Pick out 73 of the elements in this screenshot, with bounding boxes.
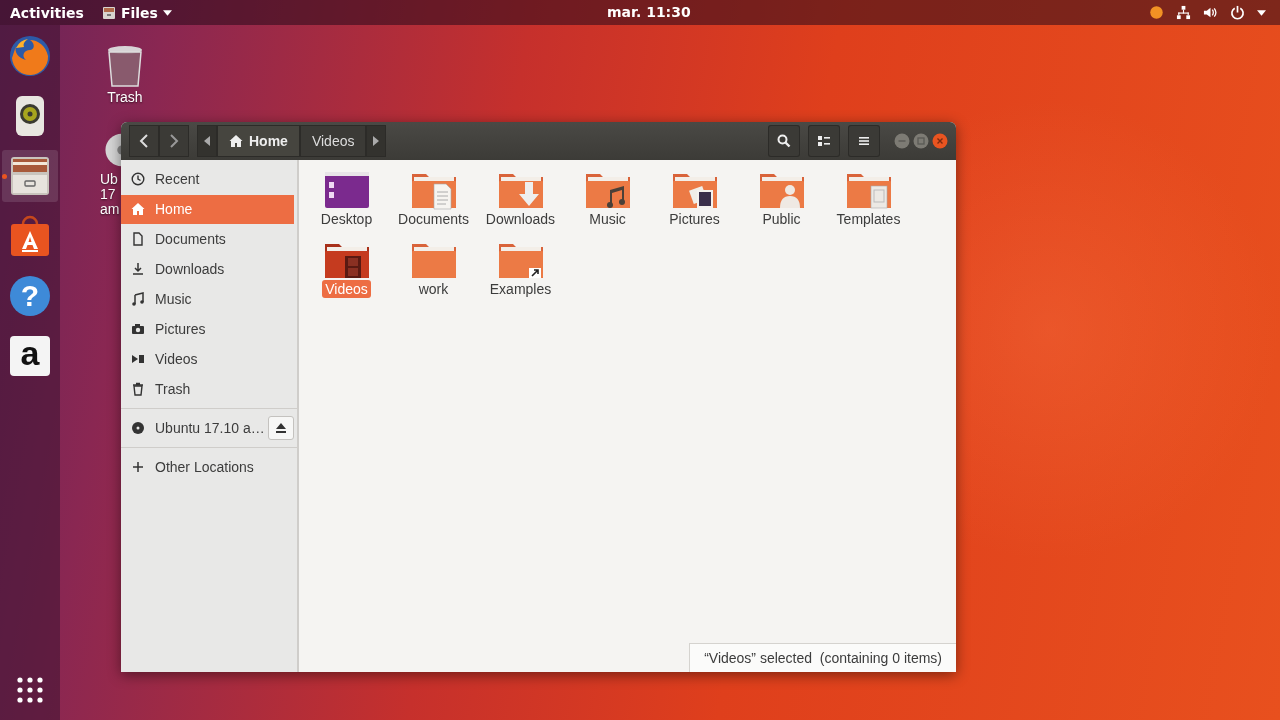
app-menu[interactable]: Files: [101, 4, 172, 21]
file-name[interactable]: Desktop: [317, 210, 376, 228]
network-icon[interactable]: [1176, 5, 1191, 20]
right-triangle-icon: [373, 136, 380, 146]
sidebar-item[interactable]: Ubuntu 17.10 a…: [121, 413, 268, 443]
forward-button[interactable]: [159, 125, 189, 157]
volume-icon[interactable]: [1203, 5, 1218, 20]
view-toggle-button[interactable]: [808, 125, 840, 157]
desktop-folder-icon[interactable]: [322, 170, 371, 210]
list-view-icon: [817, 134, 831, 148]
forward-icon: [169, 134, 179, 148]
maximize-button[interactable]: [913, 133, 929, 149]
dock-item[interactable]: [2, 150, 58, 202]
menu-icon: [857, 134, 871, 148]
music-icon: [131, 292, 145, 306]
file-name[interactable]: Pictures: [666, 210, 723, 228]
minimize-button[interactable]: [894, 133, 910, 149]
trash-icon: [131, 382, 145, 396]
file-name[interactable]: Examples: [486, 280, 555, 298]
power-icon[interactable]: [1230, 5, 1245, 20]
file-name[interactable]: Downloads: [482, 210, 559, 228]
file-name[interactable]: work: [415, 280, 452, 298]
sidebar-item[interactable]: Other Locations: [121, 452, 294, 482]
dock-item[interactable]: a: [2, 330, 58, 382]
recent-icon: [131, 172, 145, 186]
sidebar-item[interactable]: Trash: [121, 374, 294, 404]
documents-icon: [131, 232, 145, 246]
caret-icon[interactable]: [1257, 9, 1266, 16]
activities-button[interactable]: Activities: [10, 4, 102, 21]
path-scroll-left-button[interactable]: [197, 125, 217, 157]
left-triangle-icon: [204, 136, 210, 146]
globe-fox-icon: [8, 34, 52, 78]
file-name[interactable]: Templates: [833, 210, 904, 228]
videos-icon: [131, 352, 145, 366]
file-name[interactable]: Public: [759, 210, 804, 228]
file-name[interactable]: Documents: [395, 210, 472, 228]
search-button[interactable]: [768, 125, 800, 157]
desktop-icon-label[interactable]: am: [100, 202, 120, 217]
back-icon: [139, 134, 149, 148]
search-icon: [777, 134, 791, 148]
home-icon: [131, 202, 145, 216]
caret-icon: [162, 9, 172, 16]
desktop-icon-label[interactable]: Ub: [100, 172, 118, 187]
path-scroll-right-button[interactable]: [366, 125, 387, 157]
back-button[interactable]: [129, 125, 159, 157]
sidebar-item[interactable]: Downloads: [121, 254, 294, 284]
shop-logo-icon: a: [10, 336, 50, 376]
path-button[interactable]: Videos: [299, 125, 367, 157]
sidebar-item[interactable]: Videos: [121, 344, 294, 374]
desktop-icon-label[interactable]: 17: [100, 187, 116, 202]
sidebar-item[interactable]: Documents: [121, 224, 294, 254]
eject-icon: [275, 422, 287, 434]
path-button[interactable]: Home: [217, 125, 300, 157]
sidebar-item[interactable]: Music: [121, 284, 294, 314]
shopping-bag-icon: [8, 214, 52, 258]
file-name[interactable]: Music: [586, 210, 629, 228]
eject-button[interactable]: [268, 416, 294, 440]
trash-can-icon[interactable]: [105, 44, 145, 88]
status-bar: “Videos” selected (containing 0 items): [689, 643, 956, 672]
menu-button[interactable]: [848, 125, 880, 157]
clock[interactable]: mar. 11:30: [607, 4, 691, 20]
file-cabinet-icon: [8, 154, 52, 198]
plus-icon: [131, 460, 145, 474]
sidebar-item[interactable]: Recent: [121, 164, 294, 194]
home-icon: [229, 134, 243, 148]
sidebar-item[interactable]: Pictures: [121, 314, 294, 344]
desktop-icon-label[interactable]: Trash: [107, 90, 143, 105]
app-grid-icon[interactable]: [15, 675, 45, 705]
close-button[interactable]: [932, 133, 948, 149]
disc-icon: [131, 421, 145, 435]
notification-dot-icon[interactable]: [1149, 5, 1164, 20]
downloads-icon: [131, 262, 145, 276]
pictures-icon: [131, 322, 145, 336]
